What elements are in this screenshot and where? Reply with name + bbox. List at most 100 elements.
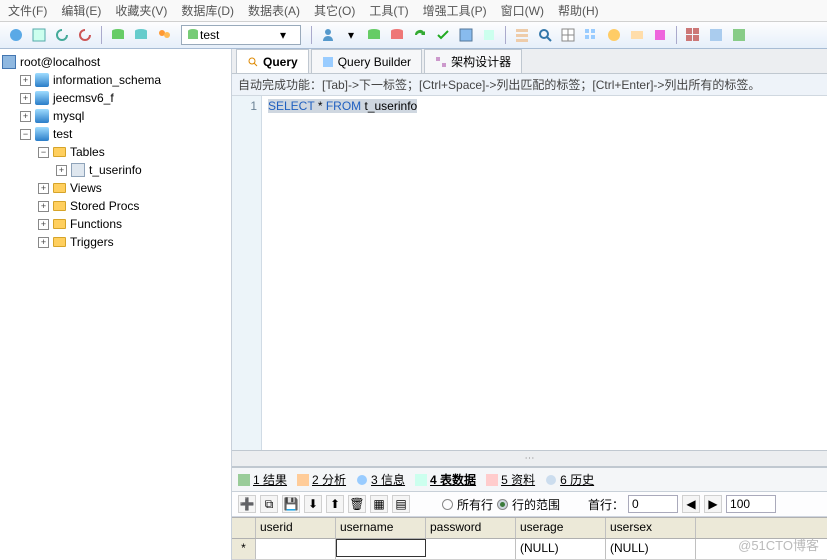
view2-icon[interactable]: ▤ <box>392 495 410 513</box>
expand-icon[interactable]: + <box>38 219 49 230</box>
chevron-down-icon[interactable]: ▾ <box>280 28 286 42</box>
menu-help[interactable]: 帮助(H) <box>558 2 599 19</box>
table-item[interactable]: t_userinfo <box>89 163 142 177</box>
db-item[interactable]: information_schema <box>53 73 161 87</box>
db-item[interactable]: mysql <box>53 109 84 123</box>
tool4-icon[interactable] <box>604 25 624 45</box>
cell-userid[interactable] <box>256 539 336 559</box>
save-icon[interactable]: 💾 <box>282 495 300 513</box>
grid-icon[interactable] <box>581 25 601 45</box>
tables-folder[interactable]: Tables <box>70 145 105 159</box>
collapse-icon[interactable]: − <box>20 129 31 140</box>
tab-result[interactable]: 1 结果 <box>238 471 287 488</box>
sql-editor[interactable]: 1 SELECT * FROM t_userinfo <box>232 96 827 450</box>
folder-icon <box>53 219 66 229</box>
col-userid[interactable]: userid <box>256 518 336 538</box>
expand-icon[interactable]: + <box>20 75 31 86</box>
new-conn-icon[interactable] <box>6 25 26 45</box>
db-item[interactable]: jeecmsv6_f <box>53 91 114 105</box>
tab-messages[interactable]: 3 信息 <box>356 471 405 488</box>
editor-tabs: Query Query Builder 架构设计器 <box>232 49 827 74</box>
next-icon[interactable]: ▶ <box>704 495 722 513</box>
col-password[interactable]: password <box>426 518 516 538</box>
db-cylinder-icon <box>186 28 200 42</box>
menu-tool[interactable]: 工具(T) <box>369 2 408 19</box>
expand-icon[interactable]: + <box>20 111 31 122</box>
col-usersex[interactable]: usersex <box>606 518 696 538</box>
database-input[interactable] <box>200 28 280 42</box>
connection-label[interactable]: root@localhost <box>20 55 100 69</box>
expand-icon[interactable]: + <box>38 201 49 212</box>
tab-query[interactable]: Query <box>236 49 309 73</box>
horizontal-scrollbar[interactable]: ⋯ <box>232 450 827 466</box>
check-icon[interactable] <box>433 25 453 45</box>
menu-other[interactable]: 其它(O) <box>314 2 355 19</box>
export-icon[interactable]: ⬇ <box>304 495 322 513</box>
database-selector[interactable]: ▾ <box>181 25 301 45</box>
col-username[interactable]: username <box>336 518 426 538</box>
view1-icon[interactable]: ▦ <box>370 495 388 513</box>
expand-icon[interactable]: + <box>38 237 49 248</box>
firstrow-input[interactable] <box>628 495 678 513</box>
refresh-red-icon[interactable] <box>75 25 95 45</box>
tool2-icon[interactable] <box>479 25 499 45</box>
db-green-icon[interactable] <box>364 25 384 45</box>
delete-icon[interactable]: 🗑 <box>348 495 366 513</box>
grid2-icon[interactable] <box>683 25 703 45</box>
import-icon[interactable]: ⬆ <box>326 495 344 513</box>
menu-table[interactable]: 数据表(A) <box>248 2 300 19</box>
radio-allrows[interactable] <box>442 499 453 510</box>
search-icon[interactable] <box>535 25 555 45</box>
tool7-icon[interactable] <box>706 25 726 45</box>
cell-userage[interactable]: (NULL) <box>516 539 606 559</box>
tool5-icon[interactable] <box>627 25 647 45</box>
radio-range[interactable] <box>497 499 508 510</box>
expand-icon[interactable]: + <box>56 165 67 176</box>
refresh2-icon[interactable] <box>410 25 430 45</box>
builder-icon <box>322 56 334 68</box>
col-userage[interactable]: userage <box>516 518 606 538</box>
menu-db[interactable]: 数据库(D) <box>181 2 234 19</box>
db-icon[interactable] <box>108 25 128 45</box>
tab-designer[interactable]: 架构设计器 <box>424 49 522 73</box>
prev-icon[interactable]: ◀ <box>682 495 700 513</box>
limit-input[interactable] <box>726 495 776 513</box>
cell-password[interactable] <box>426 539 516 559</box>
procs-folder[interactable]: Stored Procs <box>70 199 139 213</box>
sql-code[interactable]: SELECT * FROM t_userinfo <box>262 96 827 450</box>
db-red-icon[interactable] <box>387 25 407 45</box>
tab-info[interactable]: 5 资料 <box>486 471 535 488</box>
cell-username[interactable] <box>336 539 426 557</box>
funcs-folder[interactable]: Functions <box>70 217 122 231</box>
add-row-icon[interactable]: ➕ <box>238 495 256 513</box>
expand-icon[interactable]: + <box>20 93 31 104</box>
tab-tabledata[interactable]: 4 表数据 <box>415 471 476 488</box>
views-folder[interactable]: Views <box>70 181 102 195</box>
tool8-icon[interactable] <box>729 25 749 45</box>
table-icon[interactable] <box>558 25 578 45</box>
new-query-icon[interactable] <box>29 25 49 45</box>
tool3-icon[interactable] <box>512 25 532 45</box>
users-icon[interactable] <box>154 25 174 45</box>
refresh-icon[interactable] <box>52 25 72 45</box>
tab-profile[interactable]: 2 分析 <box>297 471 346 488</box>
triggers-folder[interactable]: Triggers <box>70 235 114 249</box>
menu-file[interactable]: 文件(F) <box>8 2 47 19</box>
copy-row-icon[interactable]: ⧉ <box>260 495 278 513</box>
tab-builder[interactable]: Query Builder <box>311 49 422 73</box>
tab-history[interactable]: 6 历史 <box>545 471 594 488</box>
tool1-icon[interactable] <box>456 25 476 45</box>
user-icon[interactable] <box>318 25 338 45</box>
menu-edit[interactable]: 编辑(E) <box>61 2 101 19</box>
menu-fav[interactable]: 收藏夹(V) <box>115 2 167 19</box>
collapse-icon[interactable]: − <box>38 147 49 158</box>
firstrow-label: 首行： <box>588 496 624 513</box>
menu-adv[interactable]: 增强工具(P) <box>423 2 487 19</box>
chevron-down-icon[interactable]: ▾ <box>341 25 361 45</box>
db2-icon[interactable] <box>131 25 151 45</box>
tool6-icon[interactable] <box>650 25 670 45</box>
expand-icon[interactable]: + <box>38 183 49 194</box>
db-item-test[interactable]: test <box>53 127 72 141</box>
menu-window[interactable]: 窗口(W) <box>501 2 544 19</box>
cell-usersex[interactable]: (NULL) <box>606 539 696 559</box>
